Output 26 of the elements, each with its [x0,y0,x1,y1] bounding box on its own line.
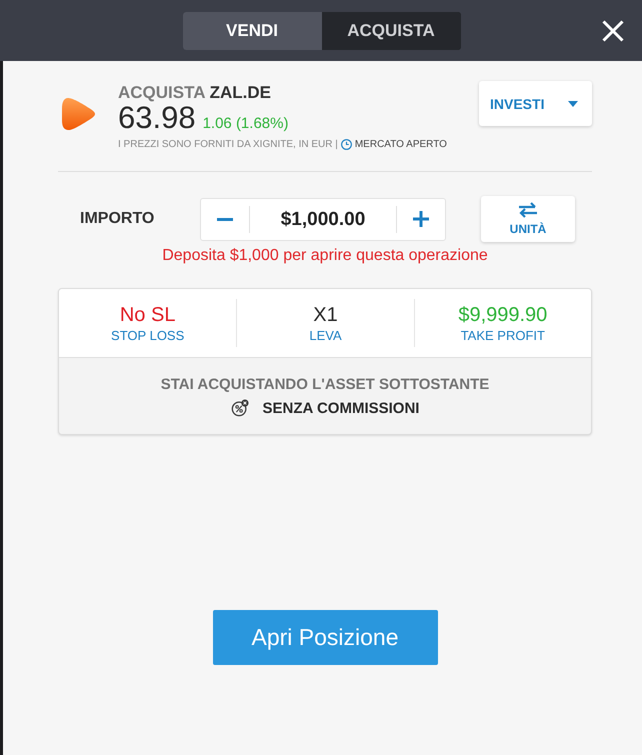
asset-info-text: STAI ACQUISTANDO L'ASSET SOTTOSTANTE [160,376,490,393]
instrument-symbol: ZAL.DE [210,83,272,102]
action-label: ACQUISTA [118,83,205,102]
deposit-warning: Deposita $1,000 per aprire questa operazione [161,246,489,266]
no-percent-icon [230,399,249,417]
clock-icon [340,139,352,150]
close-icon[interactable] [602,20,624,42]
price-value: 63.98 [118,103,196,132]
minus-icon [217,218,233,220]
price-change: 1.06 (1.68%) [202,114,288,134]
caret-icon [568,100,578,106]
leverage-setting[interactable]: X1 LEVA [236,299,414,347]
market-status: MERCATO APERTO [354,139,447,150]
plus-icon [413,211,429,227]
trade-tab[interactable]: VENDI [182,12,322,50]
mode-dropdown[interactable]: INVESTI [479,81,592,126]
units-button[interactable]: UNITÀ [481,196,575,242]
open-position-button[interactable]: Apri Posizione [212,610,438,665]
price-source-note: I PREZZI SONO FORNITI DA XIGNITE, IN EUR | [118,139,338,150]
take-profit-setting[interactable]: $9,999.90 TAKE PROFIT [414,299,591,347]
commission-text: SENZA COMMISSIONI [262,400,420,416]
swap-arrows-icon [518,202,538,218]
stop-loss-setting[interactable]: No SL STOP LOSS [59,299,236,347]
rounded-triangle-logo-icon [62,97,96,131]
amount-label: IMPORTO [79,210,156,228]
amount-field[interactable]: $1,000.00 [249,206,397,232]
